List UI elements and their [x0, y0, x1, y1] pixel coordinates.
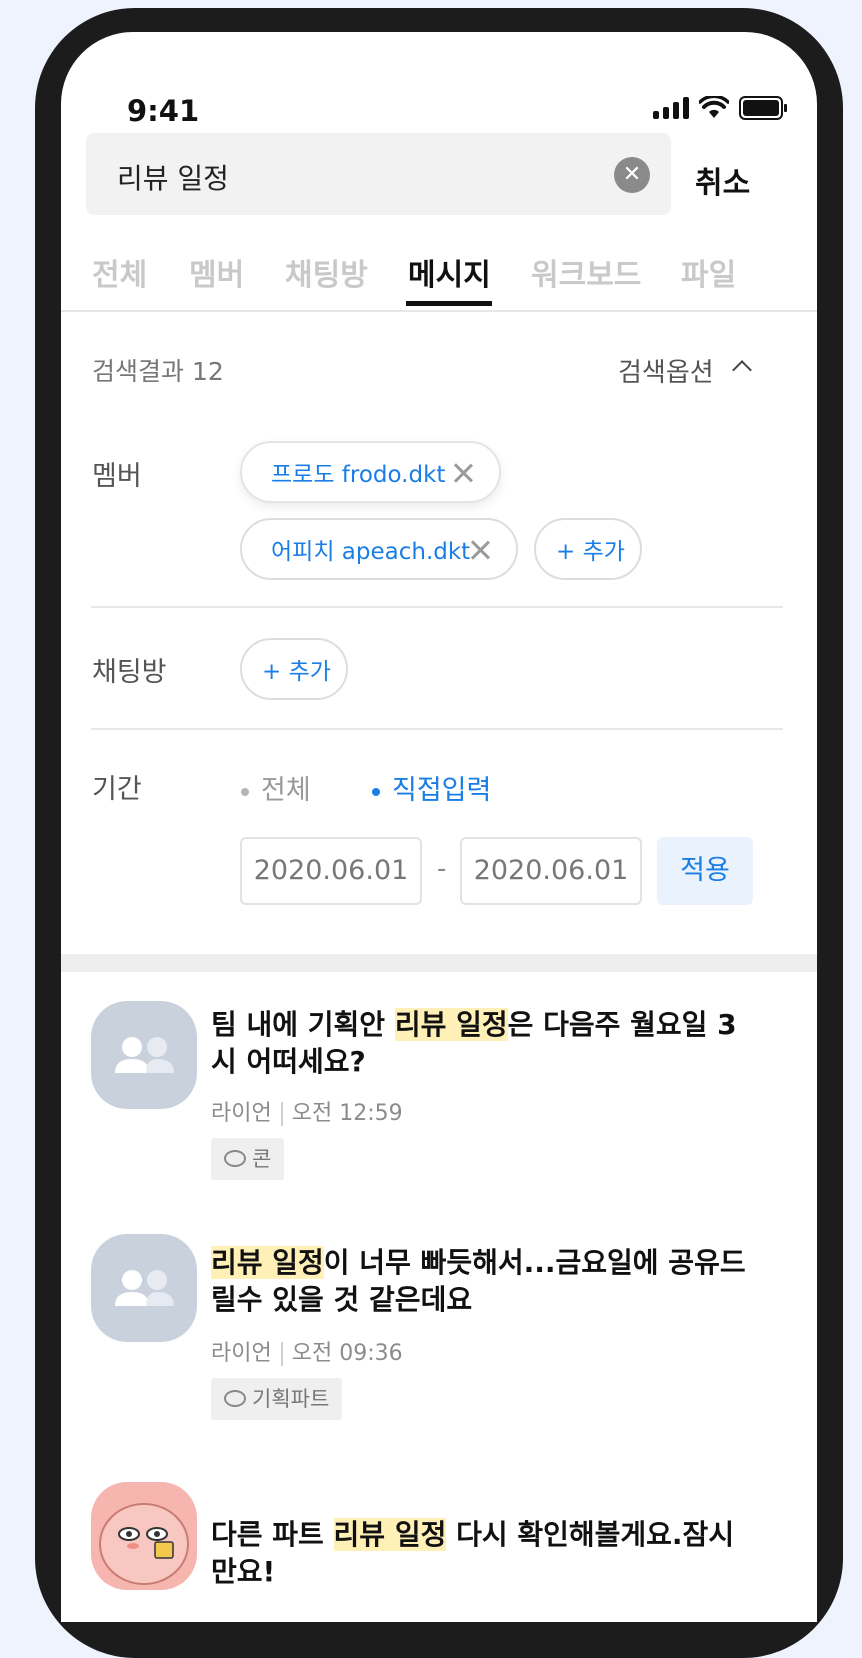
member-chip[interactable]: 프로도 frodo.dkt — [240, 441, 501, 503]
message-meta: 라이언 오전 09:36 — [211, 1335, 403, 1367]
start-date-field[interactable]: 2020.06.01 — [240, 837, 422, 905]
end-date-field[interactable]: 2020.06.01 — [460, 837, 642, 905]
period-filter-label: 기간 — [92, 774, 142, 805]
member-chip-label: 어피치 apeach.dkt — [271, 539, 471, 565]
remove-icon[interactable] — [453, 463, 473, 483]
message-text: 다른 파트 리뷰 일정 다시 확인해볼게요.잠시만요! — [211, 1518, 735, 1588]
sender-name: 라이언 — [211, 1341, 272, 1366]
search-highlight: 리뷰 일정 — [394, 1008, 508, 1041]
radio-dot-icon — [241, 787, 249, 796]
remove-icon[interactable] — [470, 540, 490, 560]
member-chip-label: 프로도 frodo.dkt — [271, 462, 446, 488]
search-options-toggle[interactable]: 검색옵션 — [618, 352, 714, 389]
search-highlight: 리뷰 일정 — [211, 1246, 324, 1279]
active-tab-indicator — [406, 301, 492, 306]
result-count: 검색결과 12 — [92, 357, 224, 386]
add-chatroom-button[interactable]: + 추가 — [240, 638, 348, 700]
chatroom-filter-label: 채팅방 — [92, 657, 167, 688]
list-item[interactable]: 팀 내에 기획안 리뷰 일정은 다음주 월요일 3시 어떠세요? 라이언 오전 1… — [61, 998, 817, 1198]
period-option-custom[interactable]: 직접입력 — [372, 768, 491, 807]
tab-files[interactable]: 파일 — [681, 250, 736, 294]
search-box[interactable]: 리뷰 일정 ✕ — [86, 133, 671, 215]
search-input[interactable]: 리뷰 일정 — [117, 157, 229, 197]
group-icon — [115, 1270, 174, 1306]
search-highlight: 리뷰 일정 — [333, 1518, 447, 1551]
avatar — [91, 1001, 197, 1109]
battery-icon — [739, 96, 787, 120]
member-chip[interactable]: 어피치 apeach.dkt — [240, 518, 518, 580]
period-option-all[interactable]: 전체 — [241, 768, 311, 807]
tab-messages[interactable]: 메시지 — [408, 250, 491, 294]
cancel-button[interactable]: 취소 — [695, 158, 750, 202]
peach-character-icon — [99, 1503, 189, 1585]
message-text: 팀 내에 기획안 리뷰 일정은 다음주 월요일 3시 어떠세요? — [211, 1008, 737, 1078]
list-item[interactable]: 리뷰 일정이 너무 빠듯해서...금요일에 공유드릴수 있을 것 같은데요 라이… — [61, 1232, 817, 1442]
chat-bubble-icon — [224, 1149, 246, 1167]
section-divider — [61, 954, 817, 972]
message-meta: 라이언 오전 12:59 — [211, 1095, 403, 1127]
chat-bubble-icon — [224, 1389, 246, 1407]
screen: 9:41 리뷰 일정 ✕ 취소 전체 멤버 채팅방 메시지 워크보드 파일 검색… — [61, 32, 817, 1622]
signal-icon — [653, 97, 689, 119]
room-name: 콘 — [252, 1147, 272, 1171]
tab-workboard[interactable]: 워크보드 — [531, 250, 641, 294]
apply-button[interactable]: 적용 — [657, 837, 753, 905]
list-item[interactable]: 다른 파트 리뷰 일정 다시 확인해볼게요.잠시만요! — [61, 1482, 817, 1622]
radio-dot-icon — [372, 787, 380, 796]
tab-all[interactable]: 전체 — [92, 250, 147, 294]
clear-icon[interactable]: ✕ — [614, 157, 650, 193]
room-tag: 콘 — [211, 1138, 285, 1180]
period-option-label: 전체 — [261, 775, 311, 806]
wifi-icon — [699, 96, 729, 118]
divider — [91, 728, 783, 730]
add-member-button[interactable]: + 추가 — [534, 518, 642, 580]
avatar — [91, 1482, 197, 1590]
status-icons — [653, 96, 787, 120]
message-time: 오전 09:36 — [291, 1341, 403, 1366]
date-separator: - — [437, 854, 447, 884]
avatar — [91, 1234, 197, 1342]
room-name: 기획파트 — [252, 1387, 330, 1411]
status-time: 9:41 — [127, 94, 200, 128]
sender-name: 라이언 — [211, 1101, 272, 1126]
group-icon — [115, 1037, 174, 1073]
tab-chatrooms[interactable]: 채팅방 — [285, 250, 368, 294]
divider — [91, 606, 783, 608]
room-tag: 기획파트 — [211, 1378, 343, 1420]
tab-members[interactable]: 멤버 — [189, 250, 244, 294]
chevron-up-icon[interactable] — [732, 360, 752, 380]
member-filter-label: 멤버 — [92, 461, 142, 492]
period-option-label: 직접입력 — [392, 775, 492, 806]
message-time: 오전 12:59 — [291, 1101, 403, 1126]
message-text: 리뷰 일정이 너무 빠듯해서...금요일에 공유드릴수 있을 것 같은데요 — [211, 1246, 746, 1316]
